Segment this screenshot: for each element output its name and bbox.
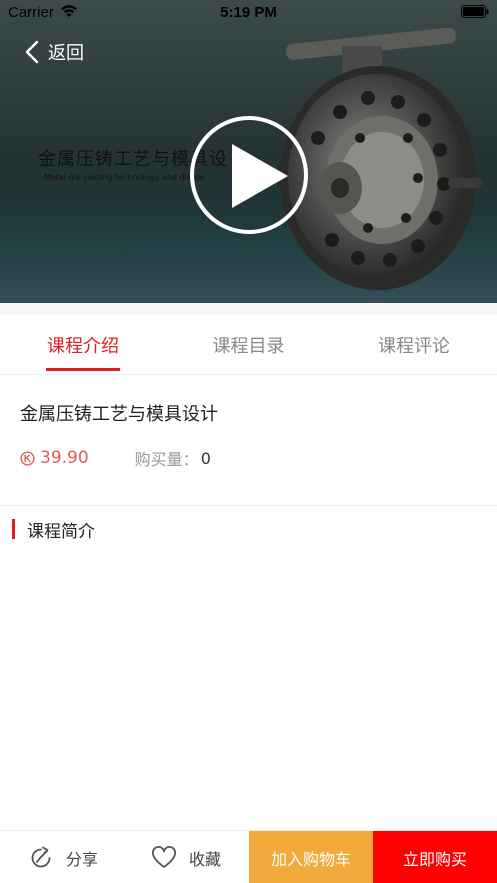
course-price: 39.90 [40, 448, 89, 468]
status-bar: Carrier 5:19 PM [0, 0, 497, 26]
coin-icon [20, 450, 35, 466]
price-row: 39.90 购买量： 0 [20, 447, 211, 469]
bottom-action-bar: 分享 收藏 加入购物车 立即购买 [0, 830, 497, 883]
tab-label: 课程目录 [212, 336, 285, 357]
share-label: 分享 [66, 849, 99, 869]
battery-icon [461, 5, 489, 18]
favorite-label: 收藏 [189, 849, 222, 869]
tab-course-reviews[interactable]: 课程评论 [331, 315, 497, 375]
back-label: 返回 [48, 43, 84, 64]
heart-icon [152, 845, 176, 868]
active-tab-underline [46, 368, 120, 371]
add-to-cart-button[interactable]: 加入购物车 [249, 831, 373, 883]
tab-bar: 课程介绍 课程目录 课程评论 [0, 315, 497, 375]
share-icon [31, 846, 51, 867]
tab-course-catalog[interactable]: 课程目录 [166, 315, 331, 375]
buy-now-button[interactable]: 立即购买 [373, 831, 497, 883]
divider [0, 505, 497, 506]
play-icon [232, 144, 288, 208]
section-spacer [0, 303, 497, 315]
chevron-left-icon [25, 40, 39, 64]
tab-course-intro[interactable]: 课程介绍 [0, 315, 166, 375]
tab-label: 课程介绍 [47, 336, 119, 357]
play-button[interactable] [190, 116, 308, 234]
status-time: 5:19 PM [220, 4, 277, 21]
favorite-button[interactable]: 收藏 [151, 831, 221, 883]
course-title: 金属压铸工艺与模具设计 [20, 404, 218, 425]
sales-label: 购买量： [134, 450, 199, 469]
sales-count: 0 [200, 448, 211, 468]
share-button[interactable]: 分享 [28, 831, 98, 883]
back-button[interactable]: 返回 [24, 36, 84, 68]
section-title: 课程简介 [27, 521, 95, 542]
section-header-intro: 课程简介 [12, 518, 95, 542]
video-thumbnail-subtitle: Metal die casting technology and die de [44, 173, 205, 182]
tab-label: 课程评论 [378, 336, 450, 357]
section-accent-bar [12, 519, 15, 539]
